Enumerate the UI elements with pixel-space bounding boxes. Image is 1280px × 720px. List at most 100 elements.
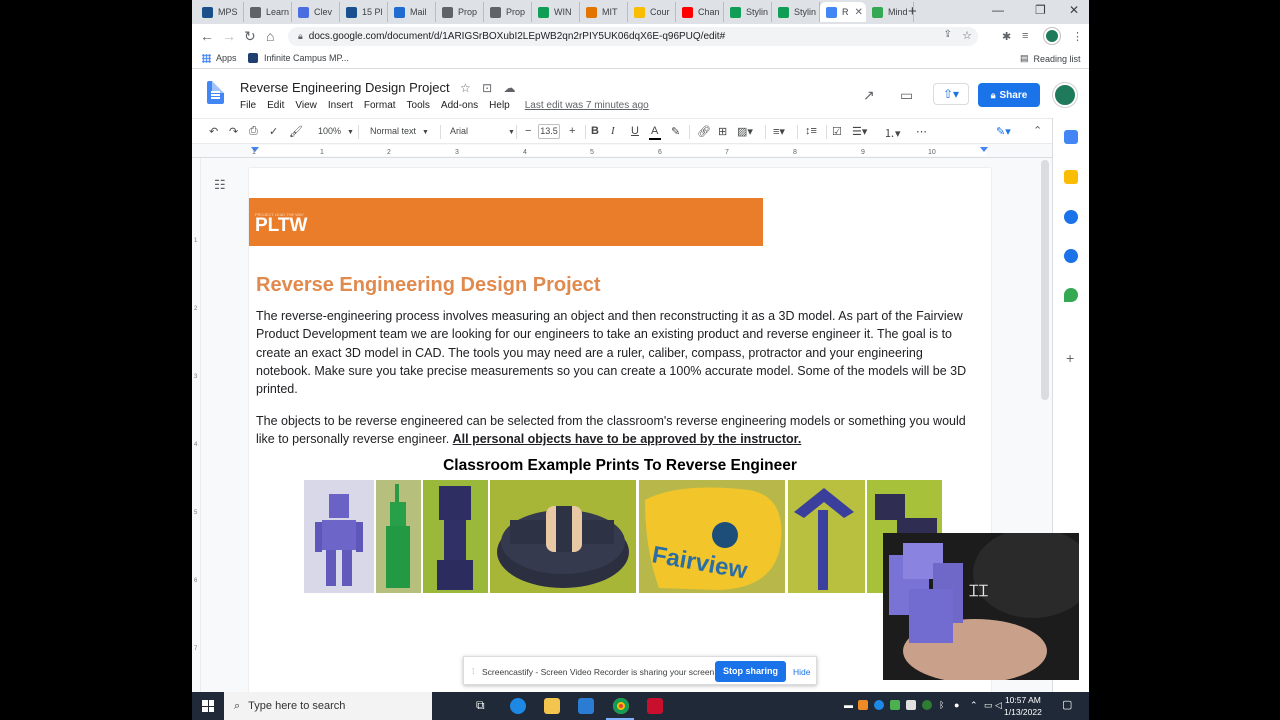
decrease-font-size-icon[interactable]: − bbox=[525, 125, 531, 137]
contacts-icon[interactable] bbox=[1064, 249, 1078, 263]
get-addons-icon[interactable]: + bbox=[1066, 350, 1074, 366]
browser-tab[interactable]: Clev bbox=[292, 2, 340, 22]
bulleted-list-icon[interactable]: ☰▾ bbox=[852, 125, 867, 138]
bold-button[interactable]: B bbox=[591, 125, 599, 137]
tray-app-icon-4[interactable] bbox=[906, 700, 916, 710]
new-tab-icon[interactable]: + bbox=[908, 3, 917, 20]
browser-tab[interactable]: Cour bbox=[628, 2, 676, 22]
right-indent-marker[interactable] bbox=[980, 147, 988, 152]
redo-icon[interactable]: ↷ bbox=[229, 125, 238, 138]
mail-icon[interactable] bbox=[578, 698, 594, 714]
close-tab-icon[interactable]: ✕ bbox=[855, 7, 863, 18]
calendar-icon[interactable] bbox=[1064, 130, 1078, 144]
undo-icon[interactable]: ↶ bbox=[209, 125, 218, 138]
browser-tab[interactable]: MIT bbox=[580, 2, 628, 22]
italic-button[interactable]: I bbox=[611, 125, 615, 137]
start-windows-icon[interactable] bbox=[202, 700, 214, 712]
zoom-select[interactable]: 100% ▼ bbox=[318, 126, 354, 136]
menu-addons[interactable]: Add-ons bbox=[441, 100, 478, 111]
checklist-icon[interactable]: ☑ bbox=[832, 125, 842, 138]
home-icon[interactable]: ⌂ bbox=[266, 28, 274, 44]
move-folder-icon[interactable]: ⊡ bbox=[482, 81, 492, 95]
chrome-icon[interactable] bbox=[613, 698, 629, 714]
menu-insert[interactable]: Insert bbox=[328, 100, 353, 111]
share-page-icon[interactable]: ⇪ bbox=[944, 29, 952, 40]
account-avatar[interactable] bbox=[1053, 83, 1077, 107]
browser-tab[interactable]: R ✕ bbox=[820, 2, 866, 22]
text-color-button[interactable]: A bbox=[651, 125, 658, 137]
browser-tab[interactable]: Stylin bbox=[724, 2, 772, 22]
camera-tray-icon[interactable]: ▬ bbox=[844, 700, 853, 710]
reading-list-icon[interactable]: ≡ bbox=[1022, 30, 1028, 42]
menu-view[interactable]: View bbox=[295, 100, 317, 111]
tray-app-icon-2[interactable] bbox=[874, 700, 884, 710]
tray-app-icon-5[interactable] bbox=[922, 700, 932, 710]
font-size-input[interactable]: 13.5 bbox=[538, 124, 560, 139]
browser-tab[interactable]: Mail bbox=[388, 2, 436, 22]
menu-format[interactable]: Format bbox=[364, 100, 396, 111]
taskbar-clock[interactable]: 10:57 AM 1/13/2022 bbox=[1004, 694, 1042, 718]
increase-font-size-icon[interactable]: + bbox=[569, 125, 575, 137]
tasks-icon[interactable] bbox=[1064, 210, 1078, 224]
chevron-up-icon[interactable]: ⌃ bbox=[970, 700, 978, 711]
present-button[interactable]: ⇧▾ bbox=[933, 83, 969, 105]
last-edit-link[interactable]: Last edit was 7 minutes ago bbox=[525, 100, 649, 111]
tray-app-icon-3[interactable] bbox=[890, 700, 900, 710]
task-view-icon[interactable]: ⧉ bbox=[476, 698, 485, 713]
close-window-icon[interactable]: ✕ bbox=[1069, 3, 1079, 17]
browser-tab[interactable]: Chan bbox=[676, 2, 724, 22]
browser-tab[interactable]: Prop bbox=[484, 2, 532, 22]
menu-edit[interactable]: Edit bbox=[267, 100, 284, 111]
menu-file[interactable]: File bbox=[240, 100, 256, 111]
underline-button[interactable]: U bbox=[631, 125, 639, 137]
maps-icon[interactable] bbox=[1064, 288, 1078, 302]
bluetooth-icon[interactable]: ᛒ bbox=[939, 700, 944, 710]
browser-tab[interactable]: MPS bbox=[196, 2, 244, 22]
notifications-icon[interactable]: ▢ bbox=[1062, 698, 1072, 711]
browser-tab[interactable]: 15 Pl bbox=[340, 2, 388, 22]
battery-icon[interactable]: ▭ bbox=[984, 700, 993, 711]
style-select[interactable]: Normal text ▼ bbox=[370, 126, 429, 136]
browser-tab[interactable]: Stylin bbox=[772, 2, 820, 22]
activity-trend-icon[interactable]: ↗ bbox=[863, 87, 875, 104]
font-select[interactable]: Arial ▼ bbox=[450, 126, 515, 136]
document-outline-icon[interactable]: ☷ bbox=[214, 177, 226, 193]
file-explorer-icon[interactable] bbox=[544, 698, 560, 714]
extensions-icon[interactable]: ✱ bbox=[1002, 30, 1011, 43]
hide-button[interactable]: Hide bbox=[793, 667, 810, 677]
volume-icon[interactable]: ◁ bbox=[995, 700, 1002, 711]
minimize-icon[interactable]: — bbox=[992, 3, 1004, 17]
numbered-list-icon[interactable]: ⒈▾ bbox=[884, 125, 901, 141]
star-icon[interactable]: ☆ bbox=[460, 81, 471, 95]
drag-handle-icon[interactable]: ⁞ bbox=[472, 666, 474, 676]
reload-icon[interactable]: ↻ bbox=[244, 28, 256, 45]
browser-tab[interactable]: Learn bbox=[244, 2, 292, 22]
spellcheck-icon[interactable]: ✓ bbox=[269, 125, 278, 138]
example-prints-image[interactable]: Fairview bbox=[304, 480, 944, 593]
microphone-icon[interactable]: ● bbox=[954, 700, 959, 710]
keep-icon[interactable] bbox=[1064, 170, 1078, 184]
bookmark-star-icon[interactable]: ☆ bbox=[962, 29, 972, 42]
insert-link-icon[interactable]: 🔗︎ bbox=[697, 125, 711, 138]
collapse-menus-icon[interactable]: ⌃ bbox=[1033, 124, 1042, 137]
paint-format-icon[interactable]: 🖌︎ bbox=[289, 125, 303, 138]
bookmark-infinite-campus[interactable]: Infinite Campus MP... bbox=[248, 53, 349, 63]
forward-icon[interactable]: → bbox=[222, 28, 236, 44]
insert-image-icon[interactable]: ▨▾ bbox=[737, 125, 753, 138]
reading-list[interactable]: ▤ Reading list bbox=[1020, 53, 1081, 64]
acrobat-icon[interactable] bbox=[647, 698, 663, 714]
address-bar[interactable]: 🔒︎ docs.google.com/document/d/1ARIGSrBOX… bbox=[288, 27, 978, 46]
browser-menu-icon[interactable]: ⋮ bbox=[1072, 30, 1083, 43]
insert-comment-icon[interactable]: ⊞ bbox=[718, 125, 727, 138]
menu-help[interactable]: Help bbox=[489, 100, 510, 111]
profile-avatar[interactable] bbox=[1044, 28, 1060, 44]
browser-tab[interactable]: Mind bbox=[866, 2, 914, 22]
editing-mode-icon[interactable]: ✎▾ bbox=[996, 125, 1011, 138]
edge-icon[interactable] bbox=[510, 698, 526, 714]
print-icon[interactable]: ⎙ bbox=[249, 125, 258, 138]
browser-tab[interactable]: WIN bbox=[532, 2, 580, 22]
comments-icon[interactable]: ▭ bbox=[900, 87, 913, 104]
restore-icon[interactable]: ❐ bbox=[1035, 3, 1046, 17]
back-icon[interactable]: ← bbox=[200, 28, 214, 44]
share-button[interactable]: 🔒︎ Share bbox=[978, 83, 1040, 107]
